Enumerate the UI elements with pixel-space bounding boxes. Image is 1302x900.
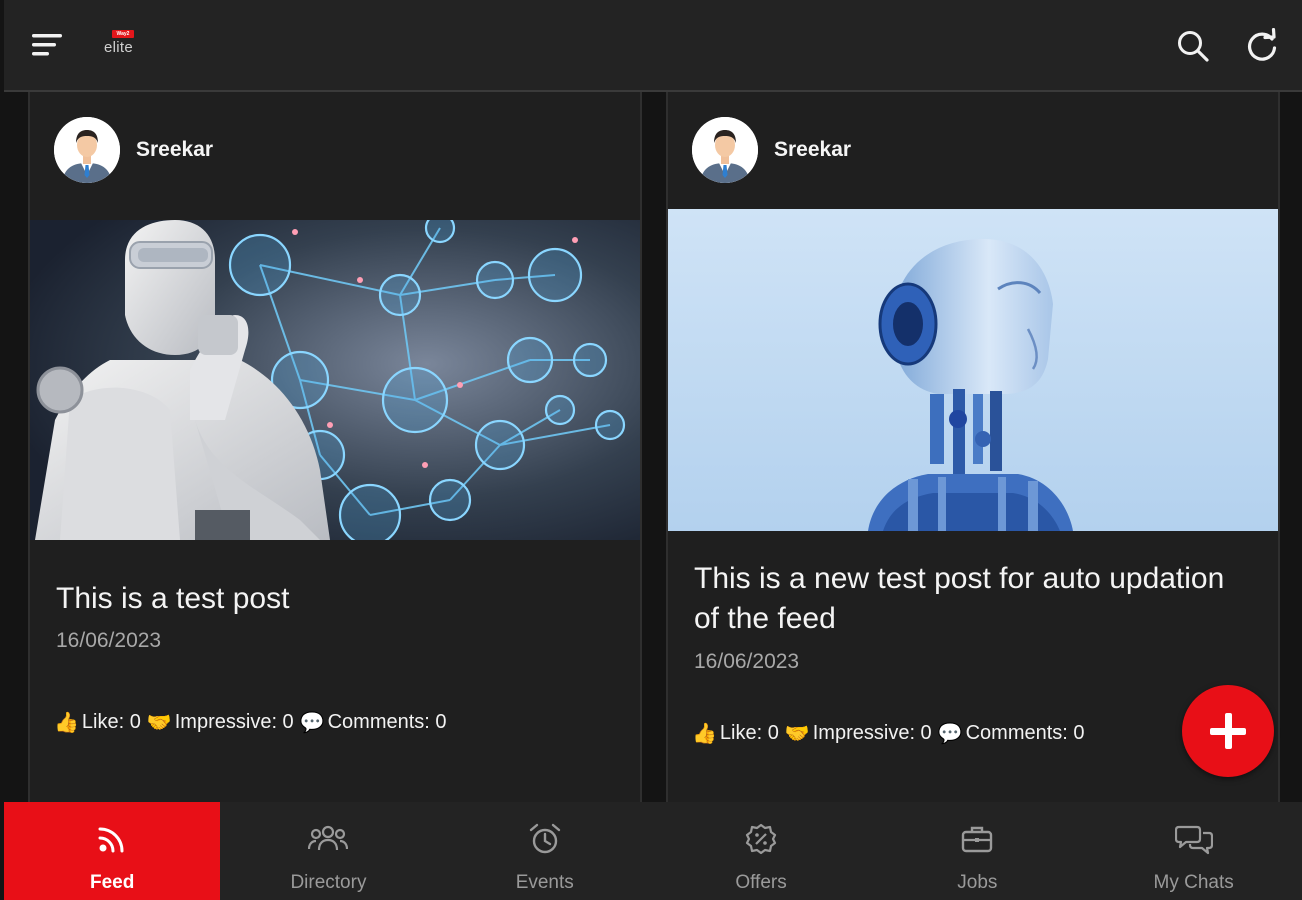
post-image[interactable] — [30, 220, 640, 540]
chat-bubbles-icon — [1174, 822, 1213, 856]
menu-icon[interactable] — [30, 31, 64, 64]
alarm-clock-icon — [528, 822, 562, 856]
post-header: Sreekar — [668, 92, 1278, 208]
search-icon[interactable] — [1176, 29, 1210, 68]
nav-label: Feed — [89, 872, 135, 893]
post-reactions: 👍 Like: 0 🤝 Impressive: 0 💬 Comments: 0 — [692, 721, 1089, 746]
people-icon — [308, 822, 349, 856]
nav-events[interactable]: Events — [437, 802, 653, 900]
speech-bubble-icon: 💬 — [937, 723, 963, 745]
post-author[interactable]: Sreekar — [774, 138, 851, 162]
nav-label: Offers — [735, 872, 787, 893]
logo-text: elite — [104, 39, 134, 56]
briefcase-icon — [960, 822, 994, 856]
nav-my-chats[interactable]: My Chats — [1085, 802, 1301, 900]
post-date: 16/06/2023 — [56, 629, 162, 652]
nav-label: My Chats — [1153, 872, 1234, 893]
speech-bubble-icon: 💬 — [299, 712, 325, 734]
like-button[interactable]: 👍 Like: 0 — [692, 721, 779, 746]
impressive-button[interactable]: 🤝 Impressive: 0 — [147, 710, 294, 735]
feed-list[interactable]: Sreekar This is a test post 16/06/2023 👍… — [4, 92, 1302, 802]
avatar[interactable] — [54, 117, 120, 183]
post-date: 16/06/2023 — [694, 650, 800, 673]
like-count: Like: 0 — [81, 711, 141, 733]
post-image[interactable] — [668, 209, 1278, 531]
comments-button[interactable]: 💬 Comments: 0 — [300, 710, 447, 735]
thumbs-up-icon: 👍 — [54, 712, 79, 734]
comments-button[interactable]: 💬 Comments: 0 — [938, 721, 1085, 746]
rss-icon — [97, 822, 127, 856]
plus-icon — [1210, 713, 1246, 749]
impressive-count: Impressive: 0 — [812, 722, 932, 744]
refresh-icon[interactable] — [1244, 27, 1280, 69]
impressive-button[interactable]: 🤝 Impressive: 0 — [785, 721, 932, 746]
impressive-count: Impressive: 0 — [174, 711, 294, 733]
post-card[interactable]: Sreekar — [28, 92, 642, 802]
create-post-button[interactable] — [1182, 685, 1274, 777]
post-title[interactable]: This is a new test post for auto updatio… — [694, 559, 1254, 639]
nav-label: Directory — [290, 872, 367, 893]
avatar[interactable] — [692, 117, 758, 183]
thumbs-up-icon: 👍 — [692, 723, 717, 745]
post-header: Sreekar — [30, 92, 640, 208]
comments-count: Comments: 0 — [965, 722, 1085, 744]
post-reactions: 👍 Like: 0 🤝 Impressive: 0 💬 Comments: 0 — [54, 710, 451, 735]
comments-count: Comments: 0 — [327, 711, 447, 733]
top-app-bar: Way2 elite — [4, 0, 1302, 92]
app-logo: Way2 elite — [100, 28, 144, 62]
nav-feed[interactable]: Feed — [4, 802, 221, 900]
nav-jobs[interactable]: Jobs — [869, 802, 1085, 900]
nav-directory[interactable]: Directory — [220, 802, 436, 900]
bottom-navigation: Feed Directory Events Offers Jobs My Cha… — [4, 802, 1302, 900]
nav-offers[interactable]: Offers — [653, 802, 869, 900]
post-author[interactable]: Sreekar — [136, 138, 213, 162]
like-button[interactable]: 👍 Like: 0 — [54, 710, 141, 735]
handshake-icon: 🤝 — [146, 712, 172, 734]
logo-badge: Way2 — [112, 30, 134, 38]
post-title[interactable]: This is a test post — [56, 579, 616, 619]
nav-label: Events — [515, 872, 574, 893]
like-count: Like: 0 — [719, 722, 779, 744]
nav-label: Jobs — [957, 872, 998, 893]
percent-badge-icon — [744, 822, 778, 856]
handshake-icon: 🤝 — [784, 723, 810, 745]
